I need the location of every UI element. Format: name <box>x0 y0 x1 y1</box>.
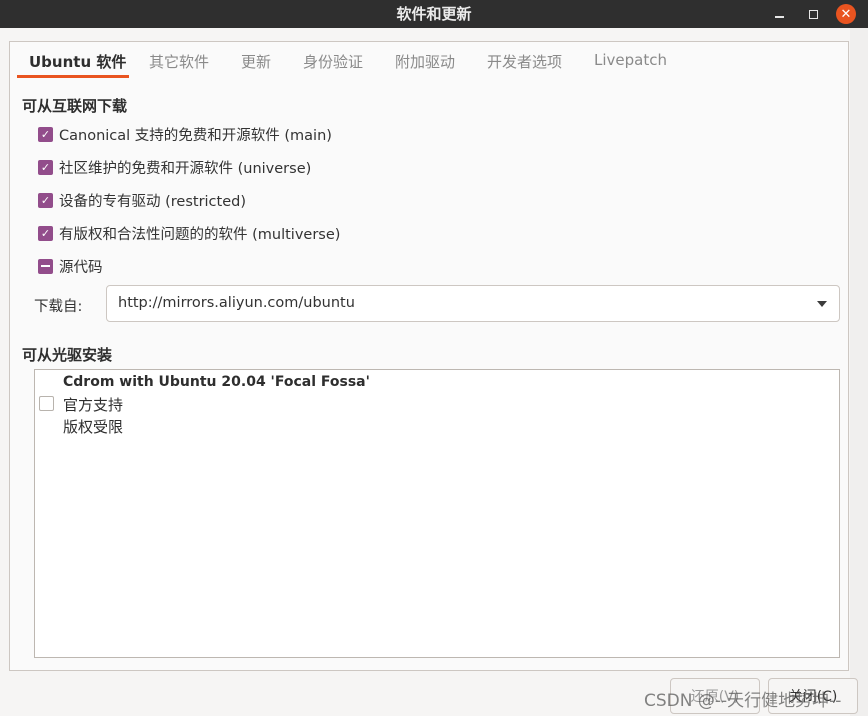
cdrom-entry-line: 版权受限 <box>63 418 124 436</box>
checkbox-label: 社区维护的免费和开源软件 (universe) <box>59 160 312 177</box>
internet-section-title: 可从互联网下载 <box>22 97 128 115</box>
tab-updates[interactable]: 更新 <box>241 51 271 72</box>
tab-additional-drivers[interactable]: 附加驱动 <box>395 51 455 72</box>
cdrom-list: Cdrom with Ubuntu 20.04 'Focal Fossa' 官方… <box>34 369 840 658</box>
checkbox-label: Canonical 支持的免费和开源软件 (main) <box>59 127 332 144</box>
maximize-icon <box>808 9 818 19</box>
checkbox-checked-icon: ✓ <box>38 192 53 208</box>
title-bar: 软件和更新 ✕ <box>0 0 868 28</box>
tab-ubuntu-software[interactable]: Ubuntu 软件 <box>29 51 126 72</box>
checkbox-main[interactable]: ✓ Canonical 支持的免费和开源软件 (main) <box>38 124 332 144</box>
checkbox-multiverse[interactable]: ✓ 有版权和合法性问题的的软件 (multiverse) <box>38 223 340 243</box>
minimize-button[interactable] <box>766 1 792 27</box>
checkbox-checked-icon: ✓ <box>38 126 53 142</box>
window-title: 软件和更新 <box>396 5 472 23</box>
checkbox-label: 有版权和合法性问题的的软件 (multiverse) <box>59 226 341 243</box>
minimize-icon <box>774 10 784 18</box>
checkbox-universe[interactable]: ✓ 社区维护的免费和开源软件 (universe) <box>38 157 311 177</box>
maximize-button[interactable] <box>800 1 826 27</box>
checkbox-mixed-icon <box>38 258 53 274</box>
close-icon: ✕ <box>836 4 856 24</box>
tab-livepatch[interactable]: Livepatch <box>594 51 667 69</box>
checkbox-unchecked-icon <box>39 396 54 411</box>
watermark: CSDN @--天行健地势坤-- <box>644 691 842 711</box>
tab-bar: Ubuntu 软件 其它软件 更新 身份验证 附加驱动 开发者选项 Livepa… <box>9 41 849 79</box>
download-server-value: http://mirrors.aliyun.com/ubuntu <box>118 295 355 311</box>
cdrom-checkbox[interactable] <box>39 396 54 411</box>
tab-developer-options[interactable]: 开发者选项 <box>487 51 562 72</box>
active-tab-indicator <box>17 75 129 78</box>
checkbox-restricted[interactable]: ✓ 设备的专有驱动 (restricted) <box>38 190 246 210</box>
checkbox-checked-icon: ✓ <box>38 225 53 241</box>
tab-authentication[interactable]: 身份验证 <box>303 51 363 72</box>
cdrom-entry-line: 官方支持 <box>63 396 124 414</box>
checkbox-label: 源代码 <box>59 259 103 276</box>
cdrom-entry-title: Cdrom with Ubuntu 20.04 'Focal Fossa' <box>63 374 370 390</box>
checkbox-checked-icon: ✓ <box>38 159 53 175</box>
dropdown-arrow-icon <box>817 301 827 307</box>
checkbox-source-code[interactable]: 源代码 <box>38 256 103 276</box>
window-edge <box>850 28 868 716</box>
tab-other-software[interactable]: 其它软件 <box>149 51 209 72</box>
download-server-dropdown[interactable]: http://mirrors.aliyun.com/ubuntu <box>106 285 840 322</box>
download-from-label: 下载自: <box>34 299 83 315</box>
close-window-button[interactable]: ✕ <box>833 1 859 27</box>
checkbox-label: 设备的专有驱动 (restricted) <box>59 193 246 210</box>
cdrom-section-title: 可从光驱安装 <box>22 346 113 364</box>
